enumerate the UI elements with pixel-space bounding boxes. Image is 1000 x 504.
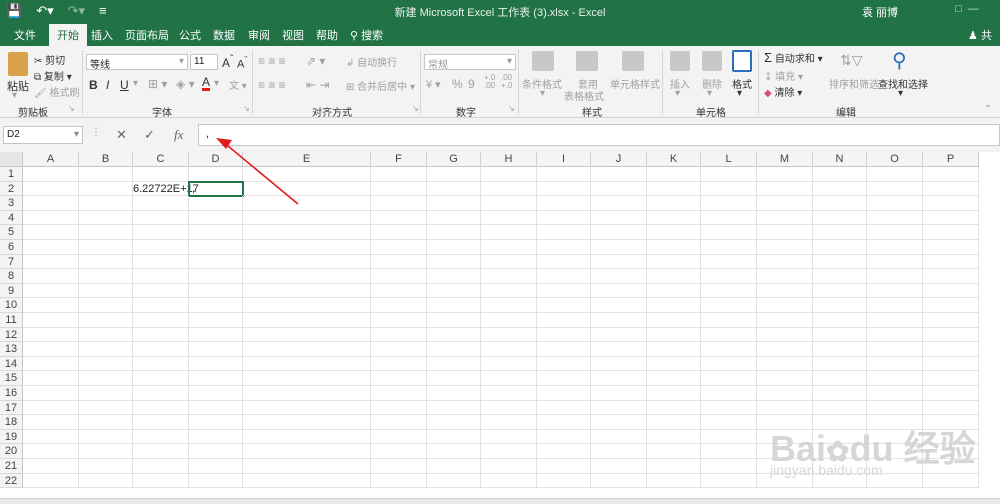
watermark-url: jingyan.baidu.com xyxy=(770,462,883,478)
arrow-line xyxy=(227,145,299,205)
